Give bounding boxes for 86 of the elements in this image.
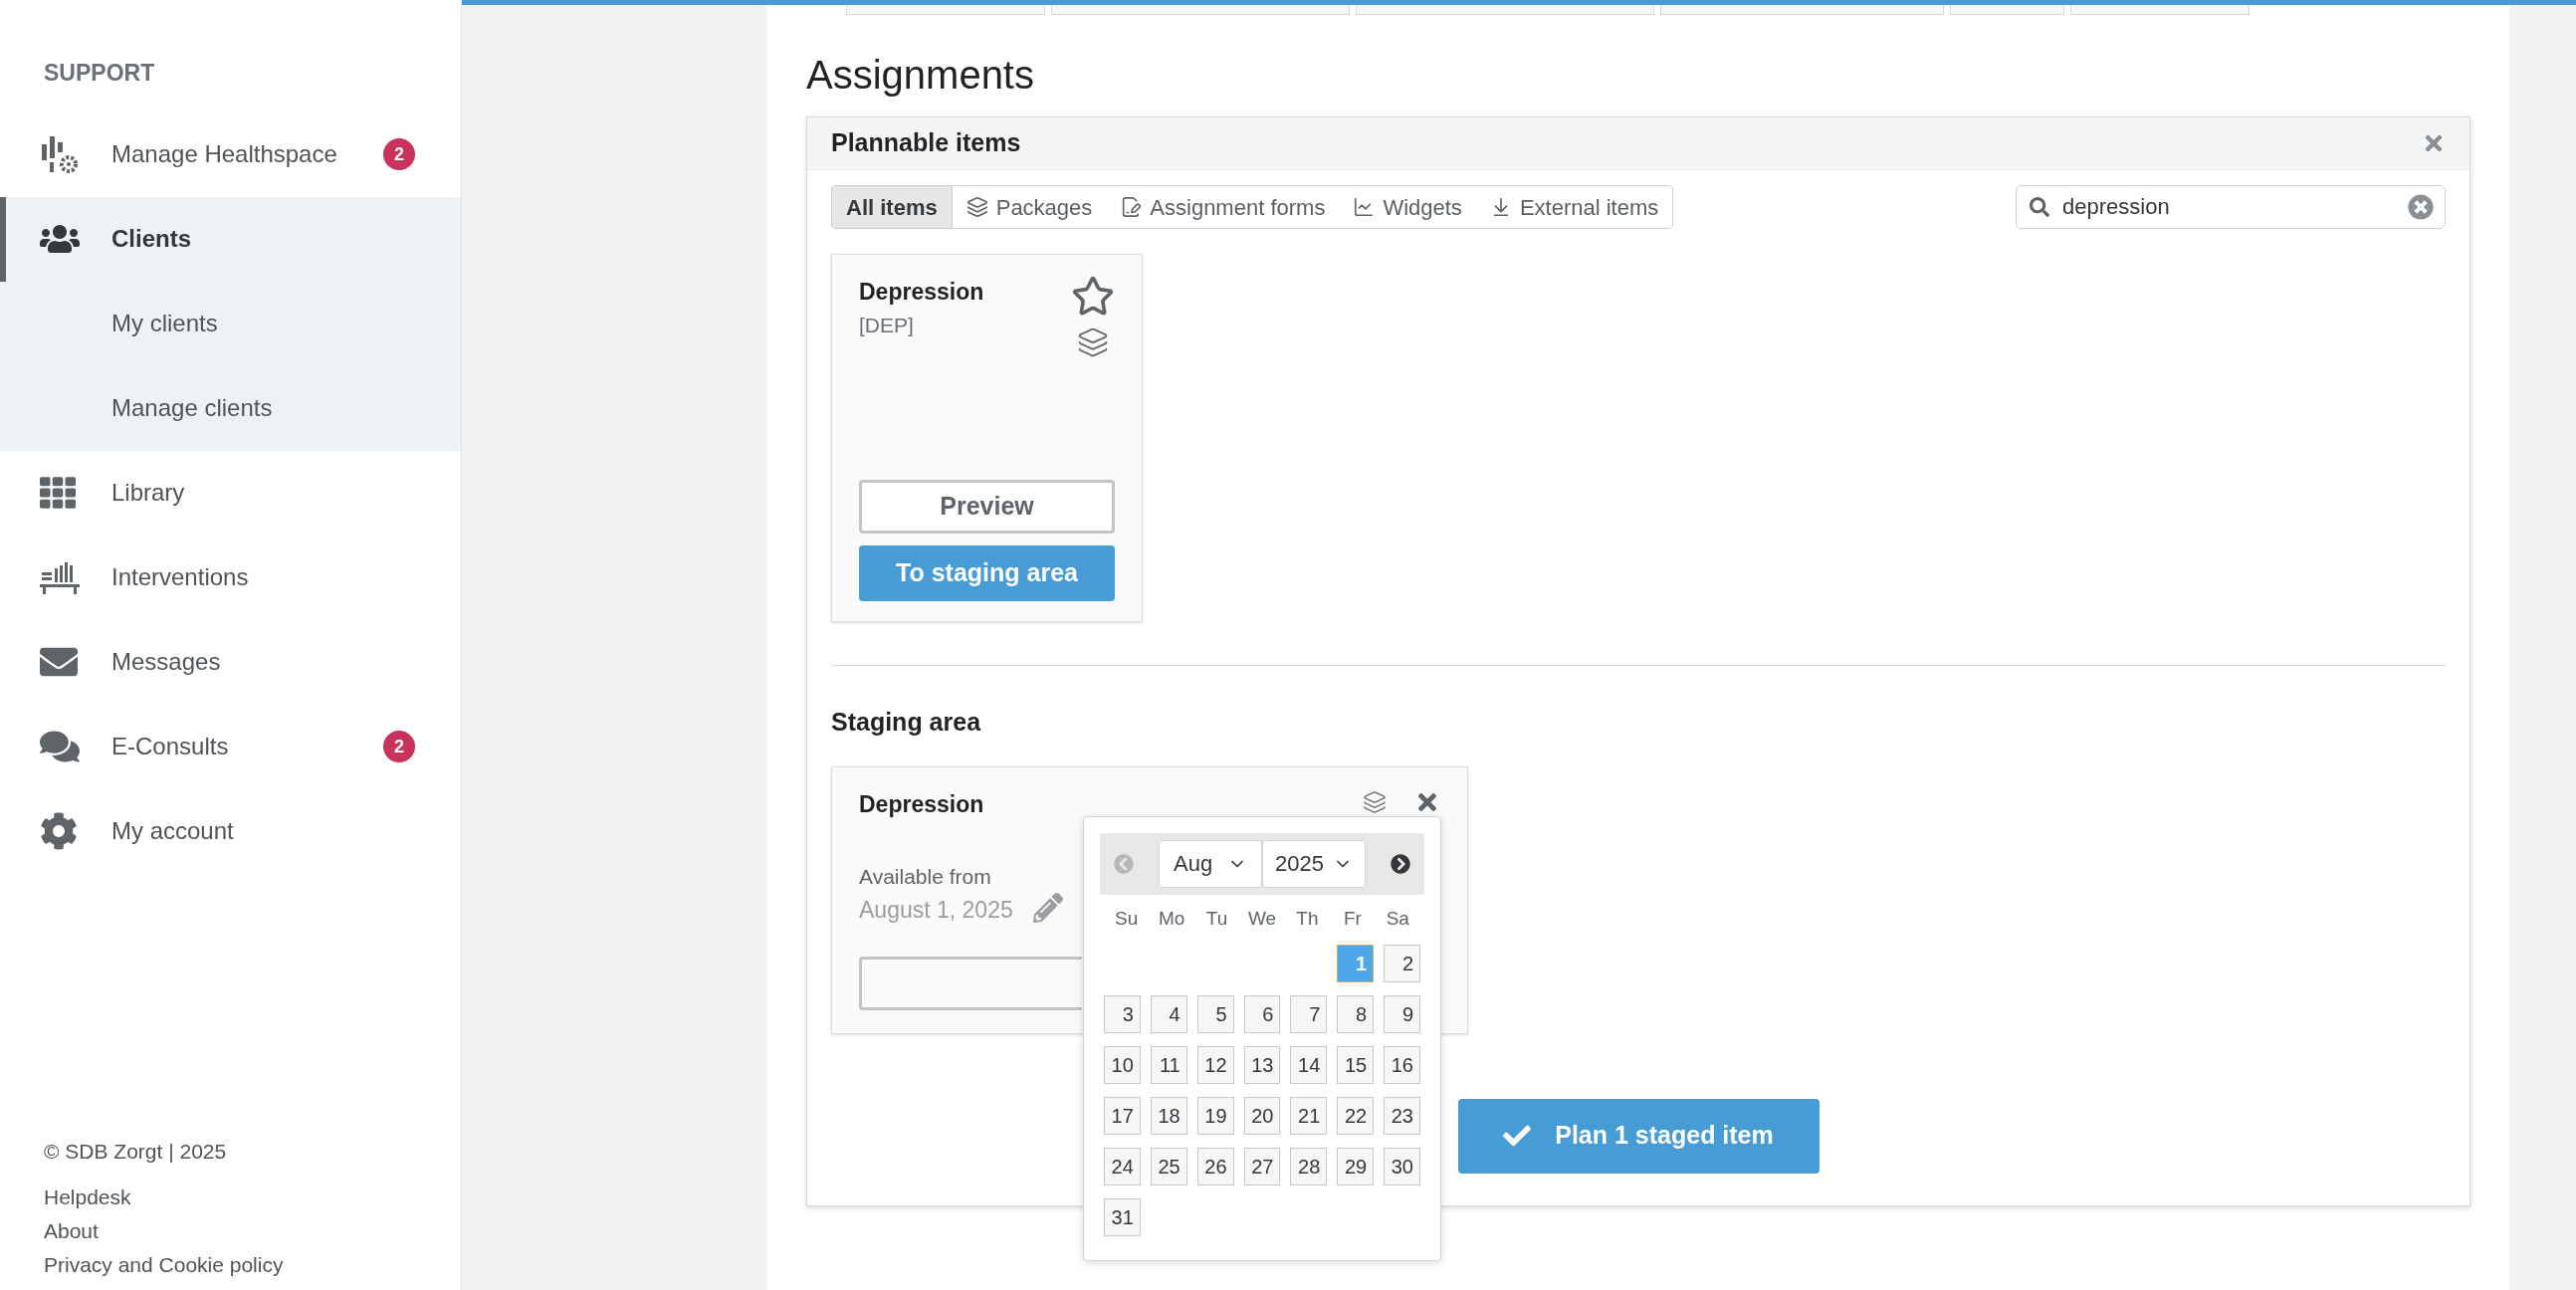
- layers-icon: [1363, 789, 1387, 814]
- panel-title: Plannable items: [831, 127, 1021, 159]
- next-month-icon[interactable]: [1391, 853, 1410, 874]
- day-cell[interactable]: 18: [1150, 1096, 1187, 1135]
- day-cell[interactable]: 15: [1337, 1045, 1375, 1084]
- layers-icon: [966, 196, 988, 218]
- day-cell[interactable]: 22: [1337, 1096, 1375, 1135]
- count-badge: 2: [383, 731, 415, 762]
- month-select[interactable]: Aug: [1159, 839, 1262, 888]
- empty-tab[interactable]: [1356, 5, 1654, 15]
- day-cell[interactable]: 2: [1384, 944, 1420, 982]
- sidebar-item[interactable]: Interventions: [0, 535, 461, 620]
- bookshelf-icon: [40, 560, 80, 594]
- day-cell[interactable]: 5: [1196, 994, 1234, 1033]
- sidebar-item[interactable]: Library: [0, 450, 461, 536]
- day-cell[interactable]: 20: [1243, 1096, 1281, 1135]
- weekday-label: Su: [1114, 906, 1140, 931]
- layers-icon: [1077, 326, 1109, 358]
- empty-tab[interactable]: [2070, 5, 2250, 15]
- page-title: Assignments: [806, 52, 1035, 99]
- day-cell[interactable]: 17: [1104, 1096, 1141, 1135]
- weekday-label: Fr: [1342, 906, 1363, 931]
- sidebar-item[interactable]: Messages: [0, 619, 461, 705]
- day-cell[interactable]: 6: [1243, 994, 1281, 1033]
- day-cell[interactable]: 19: [1196, 1096, 1234, 1135]
- day-cell[interactable]: 4: [1150, 994, 1187, 1033]
- day-cell[interactable]: 14: [1290, 1045, 1328, 1084]
- item-title: Depression: [859, 789, 984, 819]
- day-cell[interactable]: 28: [1290, 1147, 1328, 1185]
- line-chart-icon: [1353, 196, 1376, 218]
- day-cell[interactable]: 11: [1150, 1045, 1187, 1084]
- day-cell[interactable]: 23: [1384, 1096, 1420, 1135]
- previous-month-icon[interactable]: [1114, 853, 1134, 874]
- day-cell[interactable]: 9: [1384, 994, 1420, 1033]
- sidebar-subitem[interactable]: Manage clients: [0, 365, 461, 451]
- preview-button[interactable]: Preview: [859, 480, 1115, 534]
- clear-icon[interactable]: [2408, 194, 2434, 220]
- settings-icon: [40, 812, 78, 850]
- weekday-label: Tu: [1204, 906, 1229, 931]
- day-cell[interactable]: 10: [1104, 1045, 1141, 1084]
- section-heading: Staging area: [831, 707, 982, 738]
- day-cell[interactable]: 26: [1196, 1147, 1234, 1185]
- available-date: August 1, 2025: [859, 895, 1013, 925]
- day-cell[interactable]: 25: [1150, 1147, 1187, 1185]
- day-cell[interactable]: 8: [1337, 994, 1375, 1033]
- search-icon: [2030, 197, 2049, 217]
- day-cell[interactable]: 29: [1337, 1147, 1375, 1185]
- weekday-label: Th: [1295, 906, 1320, 931]
- weekday-label: Mo: [1157, 906, 1186, 931]
- day-cell[interactable]: 21: [1290, 1096, 1328, 1135]
- weekday-label: Sa: [1385, 906, 1410, 931]
- empty-button[interactable]: [859, 957, 1082, 1010]
- day-cell[interactable]: 24: [1104, 1147, 1141, 1185]
- empty-tab[interactable]: [846, 5, 1045, 15]
- count-badge: 2: [383, 138, 415, 170]
- weekday-label: We: [1246, 906, 1278, 931]
- edit-form-icon: [1120, 196, 1143, 218]
- copyright-text: © SDB Zorgt | 2025: [44, 1138, 228, 1165]
- sidebar-item[interactable]: E-Consults 2: [0, 704, 461, 789]
- empty-tab[interactable]: [1660, 5, 1944, 15]
- empty-tab[interactable]: [1051, 5, 1350, 15]
- sidebar-subitem[interactable]: My clients: [0, 281, 461, 366]
- blocks-gear-icon: [40, 134, 80, 174]
- item-title: Depression: [859, 278, 984, 307]
- day-cell[interactable]: 31: [1104, 1197, 1141, 1236]
- section-title: SUPPORT: [43, 59, 156, 88]
- search-field[interactable]: depression: [2016, 185, 2446, 229]
- year-select[interactable]: 2025: [1262, 839, 1366, 888]
- day-cell[interactable]: 27: [1243, 1147, 1281, 1185]
- grid-icon: [40, 475, 76, 511]
- item-code: [DEP]: [859, 312, 915, 338]
- footer-link[interactable]: About: [44, 1214, 461, 1248]
- day-cell[interactable]: 16: [1384, 1045, 1420, 1084]
- day-cell[interactable]: 3: [1104, 994, 1141, 1033]
- sidebar-item[interactable]: Manage Healthspace 2: [0, 111, 461, 197]
- day-cell[interactable]: 12: [1196, 1045, 1234, 1084]
- empty-tab[interactable]: [1950, 5, 2064, 15]
- footer-link[interactable]: Privacy and Cookie policy: [44, 1248, 461, 1282]
- filter-tab[interactable]: All items: [832, 186, 953, 228]
- sidebar-item[interactable]: My account: [0, 788, 461, 874]
- footer-link[interactable]: Helpdesk: [44, 1181, 461, 1214]
- available-label: Available from: [859, 864, 992, 890]
- day-cell[interactable]: 7: [1290, 994, 1328, 1033]
- day-cell[interactable]: 30: [1384, 1147, 1420, 1185]
- pencil-icon[interactable]: [1032, 893, 1063, 923]
- day-cell[interactable]: 13: [1243, 1045, 1281, 1084]
